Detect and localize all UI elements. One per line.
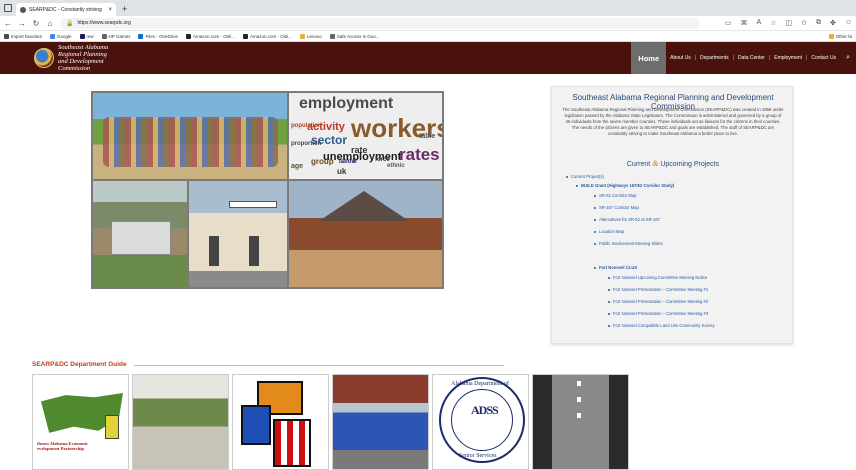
word-cloud-term: uk — [337, 167, 347, 176]
read-aloud-icon[interactable]: A — [757, 19, 762, 27]
fort-novosel-doc-link[interactable]: Fort Novosel Presentation – Committee Me… — [608, 311, 708, 316]
word-cloud-term: group — [311, 157, 334, 166]
forward-icon[interactable]: → — [18, 19, 26, 28]
dept-card-blocks[interactable] — [232, 374, 329, 470]
build-grant-doc-link[interactable]: SR-52 Corridor Map — [594, 193, 636, 198]
dept-guide-divider — [134, 365, 504, 366]
word-cloud-term: population — [291, 123, 322, 129]
nav-contact-us[interactable]: Contact Us — [807, 42, 840, 74]
word-cloud-term: employment — [299, 95, 394, 112]
toolbar-icons: ▭ ⌘ A ☆ ◫ ✩ ⧉ ✤ ☺ — [725, 19, 852, 27]
nav-data-center[interactable]: Data Center — [734, 42, 769, 74]
panel-description: The Southeast Alabama Regional Planning … — [562, 107, 784, 136]
bookmark-item[interactable]: Files - OneDrive — [138, 33, 178, 39]
favorites-icon[interactable]: ✩ — [801, 19, 807, 27]
fort-novosel-doc-link[interactable]: Fort Novosel Presentation – Committee Me… — [608, 287, 708, 292]
new-tab-icon[interactable]: + — [122, 4, 127, 14]
build-grant-doc-link[interactable]: Public Involvement Meeting Slides — [594, 241, 663, 246]
bookmark-icon — [185, 33, 191, 39]
url-field[interactable]: 🔒 https://www.searpdc.org — [60, 17, 700, 29]
bookmarks-bar: Import favorites Google mw HP Games Files - … — [0, 31, 856, 42]
bookmark-icon — [50, 33, 56, 39]
bookmark-item[interactable]: HP Games — [101, 33, 130, 39]
dept-card-transit-bus[interactable] — [332, 374, 429, 470]
fort-novosel-doc-link[interactable]: Fort Novosel Upcoming Committee Meeting … — [608, 275, 707, 280]
build-grant-doc-link[interactable]: Location Map — [594, 229, 624, 234]
word-cloud-term: labour — [339, 159, 358, 165]
favorite-star-icon[interactable]: ☆ — [770, 19, 776, 27]
split-screen-icon[interactable]: ◫ — [785, 19, 792, 27]
bookmark-icon — [243, 33, 248, 39]
extensions-icon[interactable]: ✤ — [830, 19, 836, 27]
reader-icon[interactable]: ▭ — [725, 19, 732, 27]
fort-novosel-link[interactable]: Fort Novosel CLUS — [594, 265, 637, 270]
bookmark-icon — [4, 33, 9, 39]
nav-about-us[interactable]: About Us — [666, 42, 695, 74]
dept-card-senior-services[interactable]: Alabama Department of ADSS Senior Servic… — [432, 374, 529, 470]
bookmark-item[interactable]: Amazon.com - Onli... — [185, 33, 235, 39]
dept-card-economic-development[interactable]: theast Alabama Economic evelopment Partn… — [32, 374, 129, 470]
bookmark-item[interactable]: Safe Access is Goo... — [329, 33, 380, 39]
other-favorites[interactable]: Other fa — [828, 33, 852, 39]
build-grant-doc-link[interactable]: SR-167 Corridor Map — [594, 205, 639, 210]
main-nav: Home About Us | Departments | Data Center | Emp… — [631, 42, 850, 74]
word-cloud-term: rates — [399, 145, 440, 164]
bookmark-icon — [329, 33, 335, 39]
bookmark-item[interactable]: Amazon.com - Onli... — [243, 33, 292, 39]
nav-home[interactable]: Home — [631, 42, 667, 74]
tab-title: SEARP&DC - Constantly striving — [29, 6, 102, 13]
bookmark-icon — [138, 33, 144, 39]
nav-departments[interactable]: Departments — [696, 42, 733, 74]
dept-card-groundbreaking[interactable] — [132, 374, 229, 470]
dept-guide-cards: theast Alabama Economic evelopment Partn… — [32, 374, 634, 470]
bookmark-item[interactable]: Import favorites — [4, 33, 42, 39]
reload-icon[interactable]: ↻ — [32, 19, 40, 28]
word-cloud-term: table — [419, 133, 436, 140]
current-projects-link[interactable]: Current Project(s) — [566, 174, 604, 179]
bookmark-icon — [300, 33, 306, 39]
folder-icon — [828, 33, 834, 39]
fort-novosel-doc-link[interactable]: Fort Novosel Compatible Land Use Communi… — [608, 323, 715, 328]
searpdc-logo[interactable] — [34, 48, 54, 68]
word-cloud-term: age — [291, 163, 304, 170]
brick-building-photo — [289, 181, 442, 287]
word-cloud-term: ethnic — [387, 163, 405, 169]
dept-card-hallway[interactable] — [532, 374, 629, 470]
window-menu-icon[interactable] — [4, 4, 12, 12]
aerial-building-photo — [93, 181, 187, 287]
tab-close-icon[interactable]: × — [108, 7, 112, 13]
build-grant-doc-link[interactable]: Alternatives for SR-52 at SR-167 — [594, 217, 660, 222]
employment-word-cloud: employment workers activity sector unemploym… — [289, 93, 442, 179]
word-cloud-term: rate — [351, 145, 368, 155]
about-panel: Southeast Alabama Regional Planning and … — [551, 86, 793, 344]
nav-employment[interactable]: Employment — [770, 42, 806, 74]
bookmark-item[interactable]: Lenovo — [300, 33, 322, 39]
url-text: https://www.searpdc.org — [77, 20, 131, 26]
hero-collage: employment workers activity sector unemploym… — [91, 91, 444, 289]
dept-guide-heading: SEARP&DC Department Guide — [32, 361, 127, 368]
profile-icon[interactable]: ☺ — [845, 19, 852, 27]
office-building-photo — [189, 181, 287, 287]
projects-heading: Current & Upcoming Projects — [626, 159, 720, 168]
collections-icon[interactable]: ⧉ — [816, 19, 821, 27]
fort-novosel-doc-link[interactable]: Fort Novosel Presentation – Committee Me… — [608, 299, 708, 304]
home-icon[interactable]: ⌂ — [46, 19, 54, 28]
children-photo — [93, 93, 287, 179]
back-icon[interactable]: ← — [4, 19, 12, 28]
bookmark-item[interactable]: mw — [79, 33, 94, 39]
lock-icon[interactable]: 🔒 — [66, 20, 73, 27]
bookmark-item[interactable]: Google — [50, 33, 72, 39]
site-header: Southeast Alabama Regional Planning and … — [0, 42, 856, 74]
bookmark-icon — [101, 33, 107, 39]
org-name[interactable]: Southeast Alabama Regional Planning and … — [58, 44, 128, 72]
search-icon[interactable]: ⌕ — [840, 42, 850, 74]
address-bar-row: ← → ↻ ⌂ 🔒 https://www.searpdc.org ▭ ⌘ A … — [0, 16, 856, 31]
browser-tab[interactable]: SEARP&DC - Constantly striving × — [16, 3, 116, 16]
build-grant-link[interactable]: BUILD Grant (Highways 167/52 Corridor St… — [576, 183, 674, 188]
browser-tabbar: SEARP&DC - Constantly striving × + — [0, 0, 856, 16]
bookmark-icon — [79, 33, 85, 39]
apps-icon[interactable]: ⌘ — [741, 19, 748, 27]
site-favicon-icon — [20, 6, 26, 13]
word-cloud-term: proportion — [291, 141, 322, 147]
